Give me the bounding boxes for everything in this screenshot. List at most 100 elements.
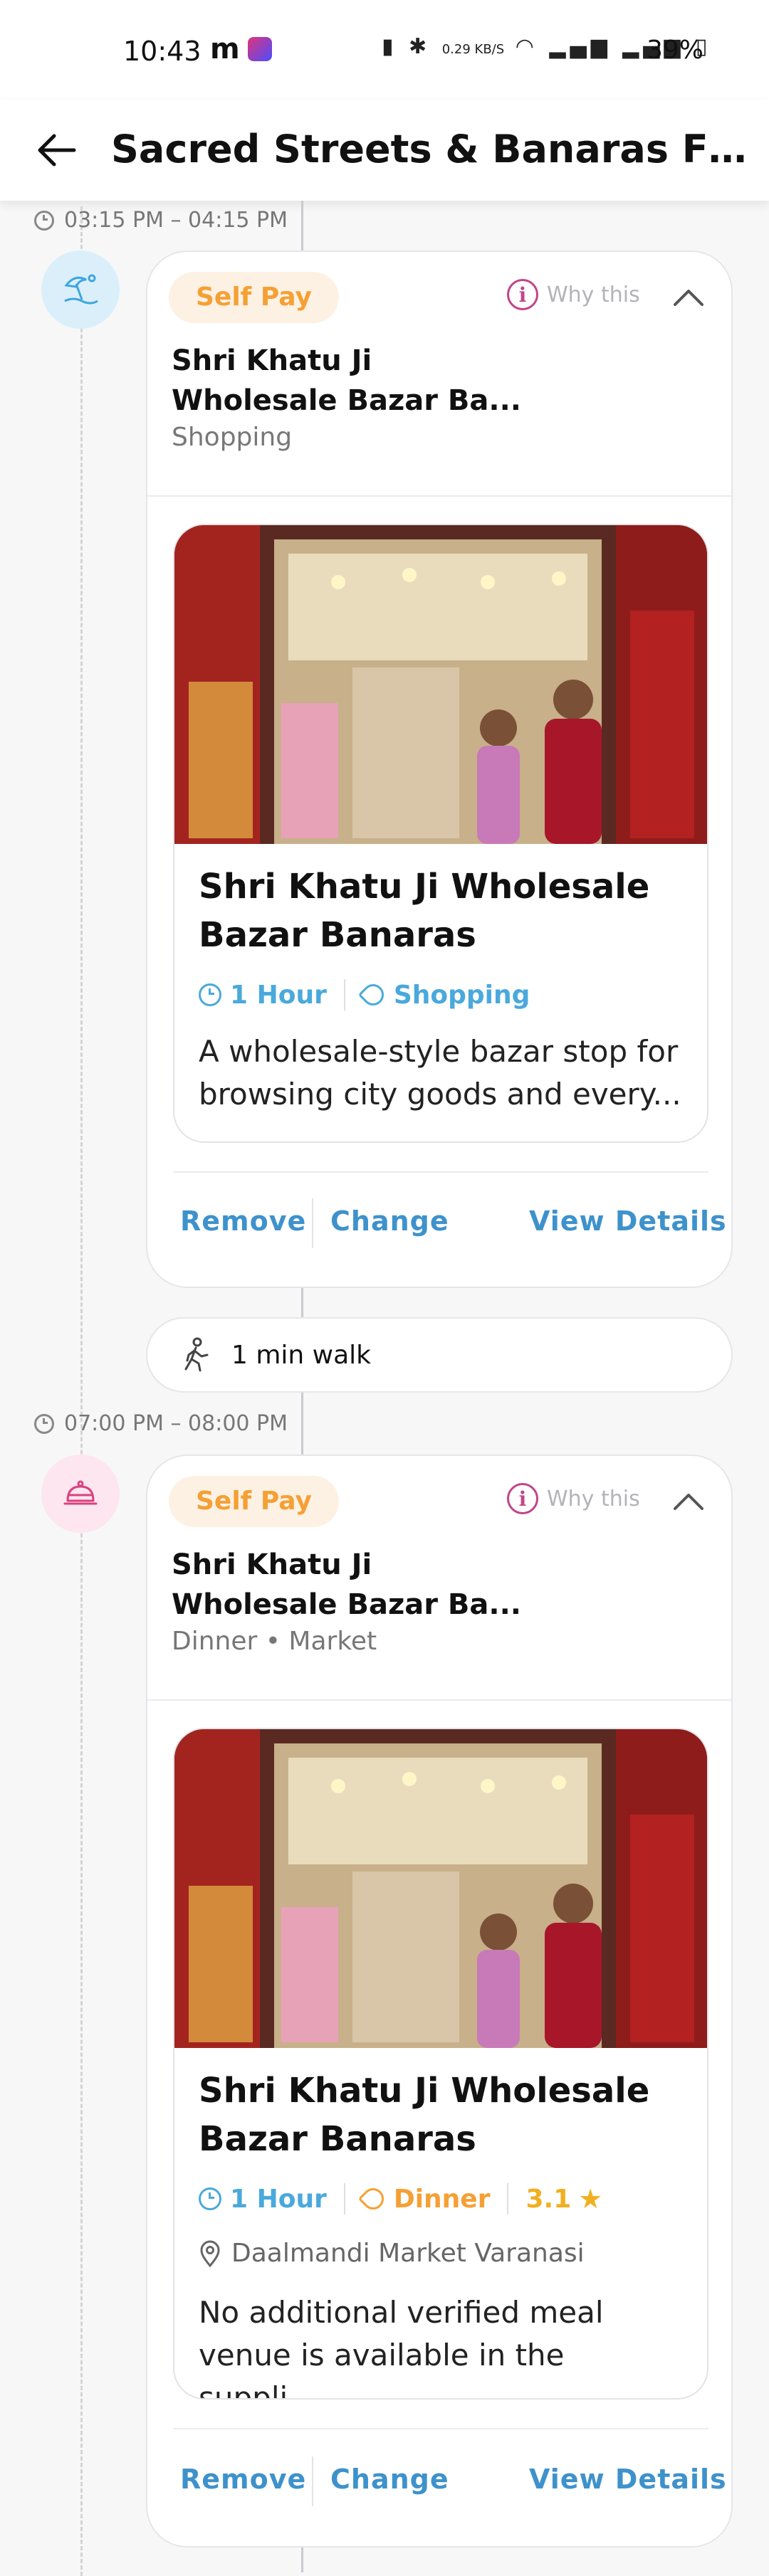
divider [173, 2428, 708, 2429]
tag-icon [357, 2183, 389, 2215]
page-title: Sacred Streets & Banaras Flav... [111, 127, 752, 171]
timeline-connector [301, 201, 303, 250]
divider [147, 1699, 731, 1701]
view-details-button[interactable]: View Details [529, 2464, 727, 2495]
clock-icon [199, 2187, 221, 2210]
activity-title-line: Wholesale Bazar Ba... [172, 384, 521, 417]
timeline-connector [301, 1392, 303, 1456]
place-title: Shri Khatu Ji Wholesale Bazar Banaras [199, 2066, 690, 2163]
info-icon: i [507, 1483, 538, 1514]
category: Dinner [357, 2183, 491, 2215]
view-details-button[interactable]: View Details [529, 1205, 727, 1237]
time-range: 07:00 PM – 08:00 PM [64, 1411, 288, 1436]
activity-card[interactable]: Self Pay i Why this Shri Khatu Ji Wholes… [146, 250, 733, 1288]
timeline-line [80, 206, 83, 2576]
remove-button[interactable]: Remove [180, 1205, 306, 1237]
place-title-line: Bazar Banaras [199, 2119, 476, 2159]
chevron-up-icon[interactable] [671, 1484, 706, 1520]
rating-value: 3.1 [525, 2184, 572, 2214]
divider [147, 495, 731, 497]
category-label: Shopping [393, 980, 530, 1010]
action-separator [312, 2456, 313, 2506]
chevron-up-icon[interactable] [671, 280, 706, 316]
divider [173, 1171, 708, 1173]
status-time: 10:43 [123, 36, 202, 67]
time-range: 03:15 PM – 04:15 PM [64, 208, 288, 233]
rating: 3.1 ★ [525, 2183, 602, 2215]
why-this-button[interactable]: i Why this [507, 1483, 640, 1514]
description-line: No additional verified meal [199, 2295, 604, 2330]
activity-title: Shri Khatu Ji Wholesale Bazar Ba... [172, 341, 542, 421]
category: Shopping [357, 979, 530, 1010]
back-arrow-icon[interactable] [33, 125, 83, 175]
app-notification-icon: m [210, 33, 240, 65]
status-bar: 10:43 m ▮ ✱ 0.29 KB/S ◠ ▂▄▆ ▂▄▆ ▯ 39% [0, 0, 769, 100]
time-slot-label: 07:00 PM – 08:00 PM [34, 1411, 288, 1436]
place-location: Daalmandi Market Varanasi [199, 2239, 585, 2268]
duration: 1 Hour [199, 981, 327, 1010]
place-title-line: Bazar Banaras [199, 915, 476, 955]
dinner-cloche-icon [63, 1480, 98, 1505]
location-pin-icon [200, 2240, 220, 2267]
location-label: Daalmandi Market Varanasi [231, 2239, 585, 2268]
self-pay-badge: Self Pay [169, 1476, 339, 1527]
change-button[interactable]: Change [330, 1205, 449, 1237]
activity-title-line: Shri Khatu Ji [172, 1548, 372, 1581]
activity-subtitle: Shopping [172, 423, 293, 452]
meta-separator [343, 979, 345, 1010]
beach-umbrella-icon [64, 274, 98, 305]
timeline-connector [301, 2548, 303, 2572]
description-line: browsing city goods and every... [199, 1077, 681, 1112]
place-description: No additional verified meal venue is ava… [199, 2291, 690, 2400]
app-notification-icon-2 [248, 37, 272, 61]
category-label: Dinner [393, 2184, 491, 2214]
place-description: A wholesale-style bazar stop for browsin… [199, 1030, 690, 1116]
info-icon: i [507, 279, 538, 310]
duration-label: 1 Hour [230, 2184, 327, 2214]
walking-person-icon [184, 1337, 209, 1372]
card-actions: Remove Change View Details [147, 2448, 731, 2512]
meta-separator [343, 2183, 345, 2215]
duration-label: 1 Hour [230, 980, 327, 1010]
place-photo [174, 525, 707, 844]
place-title: Shri Khatu Ji Wholesale Bazar Banaras [199, 862, 690, 959]
place-card[interactable]: Shri Khatu Ji Wholesale Bazar Banaras 1 … [173, 524, 708, 1143]
place-card[interactable]: Shri Khatu Ji Wholesale Bazar Banaras 1 … [173, 1728, 708, 2400]
battery-percent: 39% [647, 36, 704, 65]
tag-icon [357, 979, 389, 1010]
activity-title-line: Wholesale Bazar Ba... [172, 1588, 521, 1621]
walk-transition: 1 min walk [146, 1317, 733, 1393]
clock-icon [34, 210, 54, 231]
time-slot-label: 03:15 PM – 04:15 PM [34, 208, 288, 233]
activity-title-line: Shri Khatu Ji [172, 344, 372, 377]
timeline-connector [301, 1288, 303, 1318]
app-header: Sacred Streets & Banaras Flav... [0, 100, 769, 201]
why-this-label: Why this [547, 1486, 640, 1511]
change-button[interactable]: Change [330, 2464, 449, 2495]
card-actions: Remove Change View Details [147, 1190, 731, 1254]
why-this-button[interactable]: i Why this [507, 279, 640, 310]
place-meta: 1 Hour Shopping [199, 979, 530, 1010]
place-meta: 1 Hour Dinner 3.1 ★ [199, 2183, 602, 2215]
place-photo [174, 1729, 707, 2048]
walk-duration: 1 min walk [231, 1340, 372, 1370]
activity-subtitle: Dinner • Market [172, 1627, 377, 1656]
place-title-line: Shri Khatu Ji Wholesale [199, 2071, 650, 2111]
clock-icon [34, 1413, 54, 1434]
category-badge [41, 1455, 120, 1533]
clock-icon [199, 983, 221, 1006]
category-badge [41, 250, 120, 329]
star-icon: ★ [578, 2183, 603, 2215]
activity-card[interactable]: Self Pay i Why this Shri Khatu Ji Wholes… [146, 1455, 733, 2548]
net-speed: 0.29 KB/S [441, 42, 505, 57]
activity-title: Shri Khatu Ji Wholesale Bazar Ba... [172, 1545, 542, 1625]
action-separator [312, 1198, 313, 1248]
self-pay-badge: Self Pay [169, 272, 339, 323]
description-line: venue is available in the suppli... [199, 2338, 565, 2400]
description-line: A wholesale-style bazar stop for [199, 1034, 679, 1069]
why-this-label: Why this [547, 282, 640, 307]
duration: 1 Hour [199, 2185, 327, 2214]
remove-button[interactable]: Remove [180, 2464, 306, 2495]
meta-separator [507, 2183, 509, 2215]
place-title-line: Shri Khatu Ji Wholesale [199, 867, 650, 907]
